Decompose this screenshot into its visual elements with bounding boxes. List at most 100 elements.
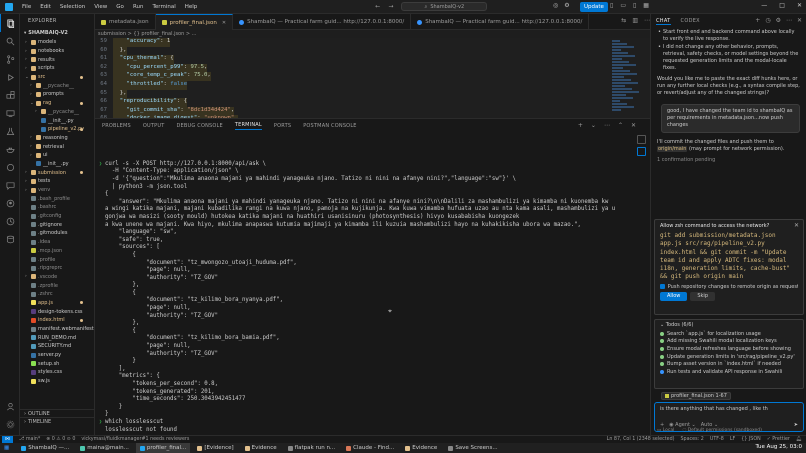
timeline-section[interactable]: › TIMELINE	[20, 417, 94, 425]
problems-status[interactable]: ⊗ 0 ⚠ 0 ⊙ 0	[46, 437, 75, 442]
file-item-sw-js[interactable]: sw.js	[20, 377, 94, 386]
postman-activity[interactable]	[0, 158, 20, 176]
folder-item-reasoning[interactable]: › reasoning	[20, 134, 94, 143]
github-activity[interactable]	[0, 194, 20, 212]
close-window-icon[interactable]: ✕	[797, 2, 802, 9]
explorer-activity[interactable]	[0, 14, 20, 32]
file-item-run-demo-md[interactable]: RUN_DEMO.md	[20, 333, 94, 342]
indentation[interactable]: Spaces: 2	[681, 437, 704, 442]
local-toggle[interactable]: ▭ Local	[657, 428, 674, 433]
line-ending[interactable]: LF	[730, 437, 735, 442]
open-changes-icon[interactable]: ⇆	[621, 17, 626, 24]
taskbar-item[interactable]: ShambaIQ —...	[17, 443, 73, 453]
file-item-server-py[interactable]: server.py	[20, 351, 94, 360]
tab-metadata-json[interactable]: metadata.json	[95, 14, 156, 30]
cursor-position[interactable]: Ln 87, Col 1 (2348 selected)	[607, 437, 675, 442]
file-item-mcp-json[interactable]: .mcp.json	[20, 247, 94, 256]
remote-explorer-activity[interactable]	[0, 104, 20, 122]
permissions-toggle[interactable]: ◌ Default permissions (sandboxed)	[682, 428, 762, 433]
project-root[interactable]: ▾ SHAMBAIQ-V2	[20, 28, 94, 38]
context-file-chip[interactable]: profiler_final.json 1-67	[661, 392, 731, 400]
terminal-output[interactable]: ❯ curl -s -X POST http://127.0.0.1:8000/a…	[95, 160, 625, 436]
minimize-icon[interactable]: —	[761, 2, 767, 9]
taskbar-item[interactable]: Evidence	[401, 443, 441, 453]
history-icon[interactable]: ◷	[765, 17, 770, 24]
timeline-activity[interactable]	[0, 212, 20, 230]
tab-codex[interactable]: CODEX	[681, 18, 700, 24]
todos-header[interactable]: ⌄ Todos (6/6)	[655, 320, 803, 330]
file-item-gitignore[interactable]: .gitignore	[20, 220, 94, 229]
taskbar-item[interactable]: Save Screens...	[444, 443, 501, 453]
menu-run[interactable]: Run	[133, 4, 144, 10]
taskbar-item[interactable]: maina@main...	[76, 443, 133, 453]
tab-output[interactable]: OUTPUT	[143, 123, 165, 129]
gear-icon[interactable]: ⚙	[776, 17, 781, 24]
tab-browser-preview-2[interactable]: ShambaIQ — Practical farm guid... http:/…	[411, 14, 590, 30]
more-actions-icon[interactable]: ⋯	[786, 17, 792, 24]
menu-terminal[interactable]: Terminal	[152, 4, 175, 10]
folder-item-tests[interactable]: › tests	[20, 177, 94, 186]
account-activity[interactable]	[0, 397, 20, 415]
file-item-manifest-webmanifest[interactable]: manifest.webmanifest	[20, 325, 94, 334]
new-chat-icon[interactable]: +	[755, 17, 760, 24]
tab-postman-console[interactable]: POSTMAN CONSOLE	[303, 123, 356, 129]
manage-activity[interactable]	[0, 415, 20, 433]
folder-item-src[interactable]: ⌄ src	[20, 73, 94, 82]
file-item-init-py[interactable]: __init__.py	[20, 116, 94, 125]
terminal-instance-icon[interactable]	[636, 135, 646, 144]
tab-browser-preview-1[interactable]: ShambaIQ — Practical farm guid... http:/…	[233, 14, 412, 30]
folder-item-retrieval[interactable]: › retrieval	[20, 142, 94, 151]
file-item-bash-profile[interactable]: .bash_profile	[20, 194, 94, 203]
branch-status[interactable]: ⎇ main*	[19, 437, 40, 442]
database-activity[interactable]	[0, 230, 20, 248]
taskbar-item[interactable]: [Evidence]	[193, 443, 237, 453]
allow-button[interactable]: Allow	[660, 291, 688, 301]
language-mode[interactable]: {} JSON	[741, 437, 760, 442]
file-item-zprofile[interactable]: .zprofile	[20, 281, 94, 290]
breadcrumb[interactable]: submission > {} profiler_final.json > ..…	[95, 30, 650, 38]
file-item-idea[interactable]: .idea	[20, 238, 94, 247]
close-tab-icon[interactable]: ✕	[222, 20, 226, 26]
skip-button[interactable]: Skip	[690, 291, 715, 301]
folder-item-venv[interactable]: › venv	[20, 186, 94, 195]
command-center-search[interactable]: ⌕ ShambaIQ-v2	[401, 2, 488, 11]
tab-problems[interactable]: PROBLEMS	[102, 123, 131, 129]
menu-selection[interactable]: Selection	[60, 4, 85, 10]
source-control-activity[interactable]	[0, 50, 20, 68]
folder-item-prompts[interactable]: › prompts	[20, 90, 94, 99]
send-icon[interactable]: ➤	[794, 422, 798, 428]
maximize-icon[interactable]: □	[779, 2, 785, 9]
encoding[interactable]: UTF-8	[710, 437, 724, 442]
menu-go[interactable]: Go	[116, 4, 124, 10]
tab-terminal[interactable]: TERMINAL	[234, 122, 262, 130]
layout-secondary-icon[interactable]: ▯	[633, 2, 636, 9]
tab-profiler-final-json[interactable]: profiler_final.json ✕	[155, 14, 234, 30]
code-editor[interactable]: 59 "accuracy": 1 60 }, 61 "cpu_thermal": {…	[95, 38, 650, 118]
extensions-activity[interactable]	[0, 86, 20, 104]
chat-activity[interactable]	[0, 176, 20, 194]
run-debug-activity[interactable]	[0, 68, 20, 86]
bell-icon[interactable]: 🔔︎	[796, 437, 802, 442]
back-arrow-icon[interactable]: ←	[375, 3, 380, 10]
tab-chat[interactable]: CHAT	[656, 18, 671, 25]
file-item-setup-sh[interactable]: setup.sh	[20, 359, 94, 368]
settings-icon[interactable]: ⚙	[564, 2, 569, 9]
menu-view[interactable]: View	[94, 4, 107, 10]
file-item-init-py[interactable]: __init__.py	[20, 160, 94, 169]
customize-layout-icon[interactable]: ▦	[643, 2, 649, 9]
update-button[interactable]: Update	[580, 2, 608, 12]
start-menu-icon[interactable]: ▦	[0, 445, 13, 451]
folder-item-vscode[interactable]: › .vscode	[20, 273, 94, 282]
folder-item-rag[interactable]: ⌄ rag	[20, 99, 94, 108]
pr-status[interactable]: vickymasi/fluidkmanager#1 needs reviewer…	[81, 437, 189, 442]
testing-activity[interactable]	[0, 122, 20, 140]
file-item-security-md[interactable]: SECURITY.md	[20, 342, 94, 351]
taskbar-item[interactable]: Evidence	[241, 443, 281, 453]
taskbar-item[interactable]: profiler_final...	[135, 443, 191, 453]
folder-item-submission[interactable]: › submission	[20, 168, 94, 177]
folder-item-results[interactable]: › results	[20, 55, 94, 64]
file-item-zshrc[interactable]: .zshrc	[20, 290, 94, 299]
terminal-instance-icon[interactable]	[636, 147, 646, 156]
minimap[interactable]	[612, 40, 642, 116]
tab-ports[interactable]: PORTS	[274, 123, 291, 129]
